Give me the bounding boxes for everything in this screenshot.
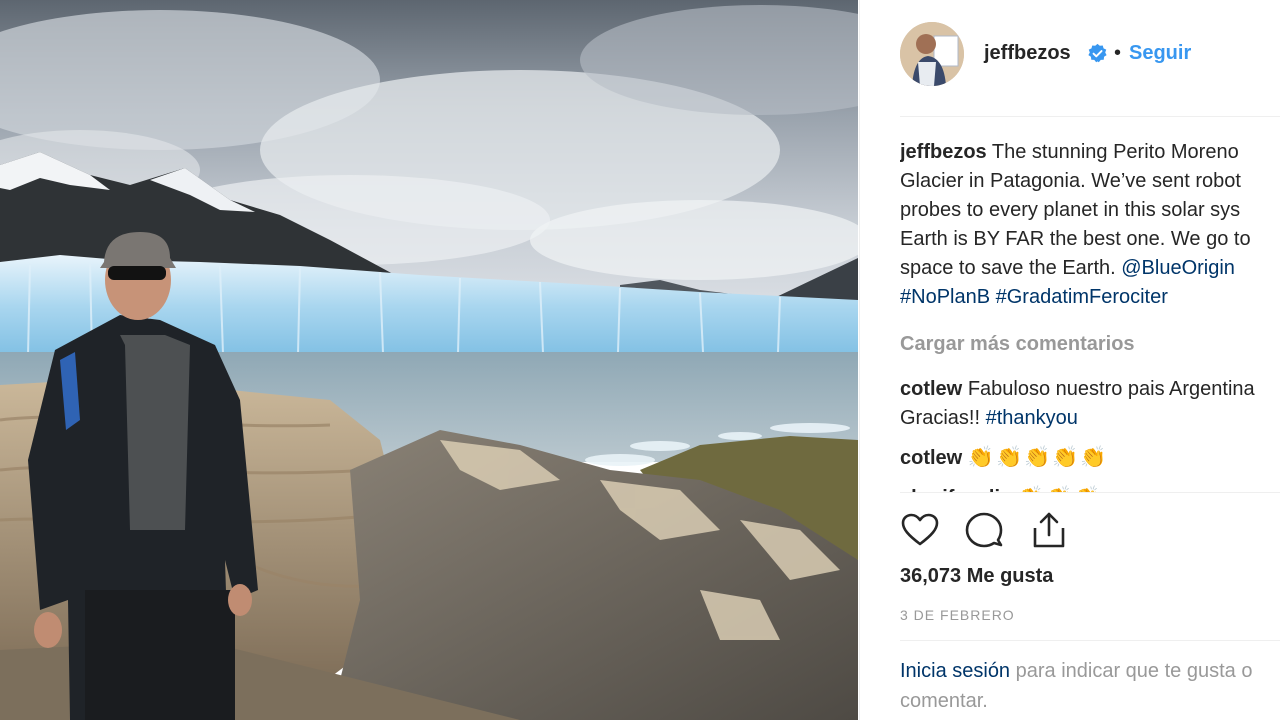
avatar-image: [900, 22, 964, 86]
footer-divider: [900, 640, 1280, 641]
header-divider: [900, 116, 1280, 117]
comments-divider: [900, 492, 1280, 493]
comment-item: cotlew 👏👏👏👏👏: [900, 443, 1280, 473]
hashtag-link[interactable]: #GradatimFerociter: [996, 286, 1168, 308]
comments-list[interactable]: jeffbezos The stunning Perito Moreno Gla…: [900, 138, 1280, 492]
avatar[interactable]: [900, 22, 964, 86]
login-prompt: Inicia sesión para indicar que te gusta …: [900, 656, 1280, 716]
post-date: 3 DE FEBRERO: [900, 607, 1015, 623]
verified-badge-icon: [1088, 43, 1107, 63]
share-icon[interactable]: [1029, 510, 1069, 550]
hashtag-link[interactable]: #NoPlanB: [900, 286, 990, 308]
comment-item: sherifvaglio 👏👏👏: [900, 483, 1280, 492]
load-more-comments-button[interactable]: Cargar más comentarios: [900, 330, 1280, 359]
username[interactable]: jeffbezos: [984, 42, 1071, 65]
post-header: jeffbezos • Seguir: [860, 0, 1280, 112]
hashtag-link[interactable]: #thankyou: [986, 407, 1078, 429]
separator-dot: •: [1114, 42, 1122, 64]
comment-author[interactable]: cotlew: [900, 378, 962, 400]
post-photo[interactable]: [0, 0, 858, 720]
follow-button[interactable]: Seguir: [1129, 42, 1191, 65]
comment-item: cotlew Fabuloso nuestro pais Argentina G…: [900, 375, 1280, 433]
post-side-panel: jeffbezos • Seguir jeffbezos The stunnin…: [859, 0, 1280, 720]
comment-author[interactable]: cotlew: [900, 447, 962, 469]
caption: jeffbezos The stunning Perito Moreno Gla…: [900, 138, 1280, 312]
glacier-photo: [0, 0, 858, 720]
mention-link[interactable]: @BlueOrigin: [1121, 257, 1235, 279]
caption-author[interactable]: jeffbezos: [900, 141, 987, 163]
action-bar: [900, 510, 1100, 550]
comment-text: 👏👏👏👏👏: [967, 446, 1109, 469]
login-link[interactable]: Inicia sesión: [900, 660, 1010, 682]
comment-icon[interactable]: [964, 510, 1004, 550]
heart-icon[interactable]: [900, 510, 940, 550]
likes-count[interactable]: 36,073 Me gusta: [900, 565, 1053, 588]
